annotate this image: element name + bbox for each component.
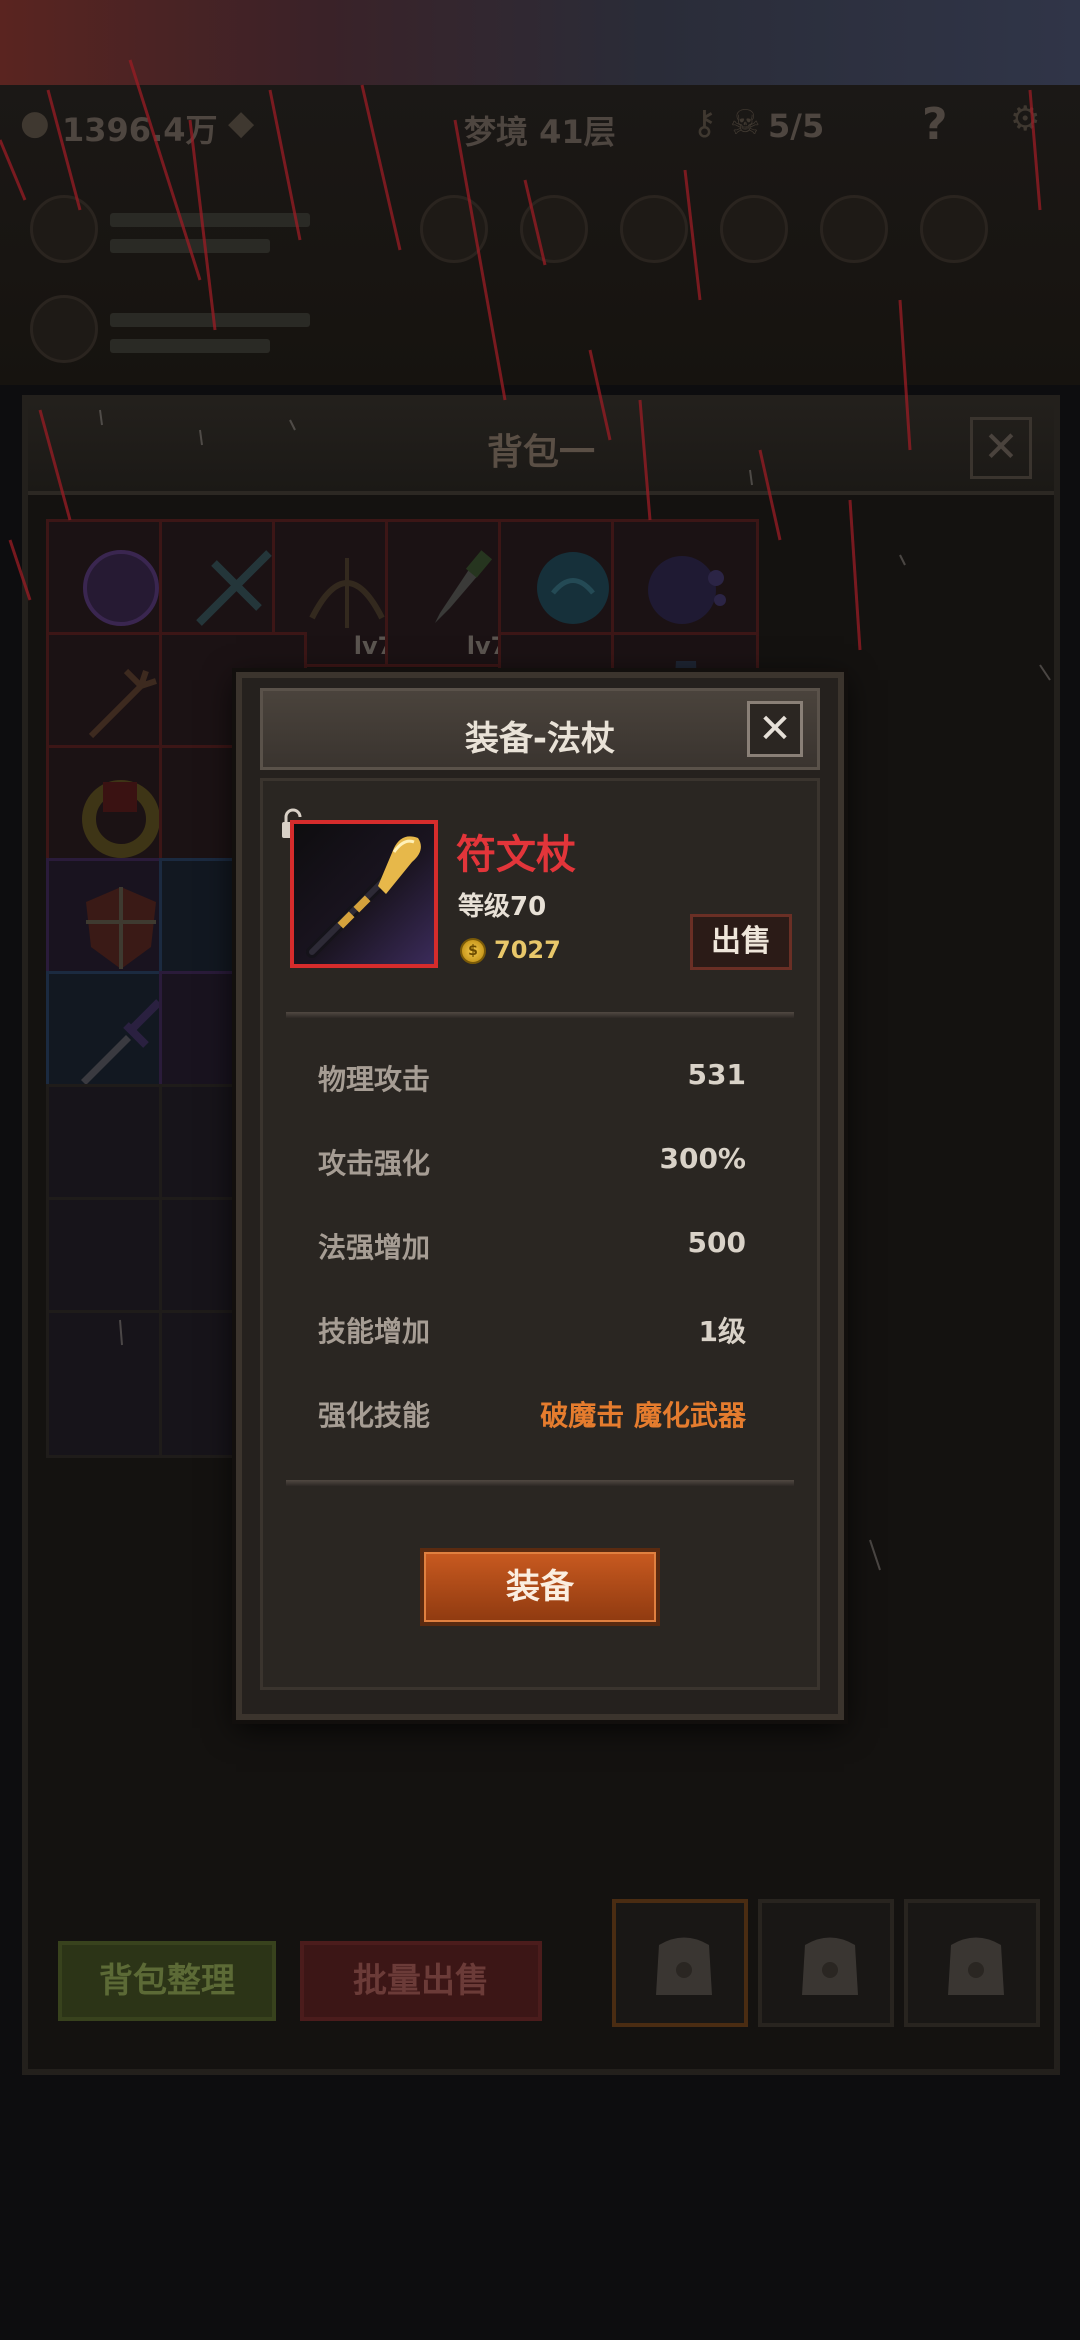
key-icon: ⚷ (692, 103, 717, 143)
dark-orb-icon (83, 550, 159, 626)
bag-tab-3[interactable] (904, 1899, 1040, 2027)
stat-label: 技能增加 (318, 1315, 431, 1348)
floor-label: 梦境 41层 (464, 113, 616, 151)
stat-value: 500 (687, 1226, 746, 1259)
settings-icon[interactable]: ⚙ (1010, 99, 1040, 139)
skill-slot[interactable] (920, 195, 988, 263)
dagger-icon (435, 550, 493, 623)
item-name: 符文杖 (456, 832, 576, 878)
top-banner (0, 0, 1080, 85)
gold-amount: 1396.4万 (62, 111, 218, 149)
mp-bar (110, 239, 270, 253)
backpack-icon (948, 1937, 1004, 1995)
stat-value: 1级 (698, 1315, 746, 1348)
skill-slot[interactable] (820, 195, 888, 263)
stat-value: 300% (659, 1142, 746, 1175)
bag-close-button[interactable]: ✕ (970, 417, 1032, 479)
dialog-header: 装备-法杖 ✕ (260, 688, 820, 770)
bag-title: 背包一 (486, 432, 595, 473)
rune-staff-icon (306, 836, 421, 958)
sword-icon (81, 999, 162, 1085)
gem-icon: ◆ (228, 103, 255, 143)
skill-slot[interactable] (720, 195, 788, 263)
skill-slot[interactable] (620, 195, 688, 263)
skill-slot[interactable] (520, 195, 588, 263)
bubble-orb-icon (648, 556, 726, 624)
coin-icon: ● (20, 103, 50, 143)
dialog-title: 装备-法杖 (464, 719, 616, 759)
bag-sort-button[interactable]: 背包整理 (58, 1941, 276, 2021)
stat-label: 法强增加 (318, 1231, 431, 1264)
item-icon-frame (290, 820, 438, 968)
skull-icon: ☠ (730, 103, 761, 143)
hero-portrait[interactable] (30, 295, 98, 363)
backpack-icon (656, 1937, 712, 1995)
stat-label: 强化技能 (318, 1399, 431, 1432)
stat-label: 攻击强化 (318, 1147, 431, 1180)
bag-header: 背包一 ✕ (28, 401, 1054, 495)
bow-icon (309, 558, 385, 628)
ring-icon (82, 780, 160, 858)
sell-button[interactable]: 出售 (690, 914, 792, 970)
keys-count: 5/5 (768, 107, 825, 145)
divider (286, 1480, 794, 1486)
item-price: 7027 (494, 936, 561, 964)
bag-tab-1[interactable] (612, 1899, 748, 2027)
backpack-icon (802, 1937, 858, 1995)
water-orb-icon (537, 552, 609, 624)
hud-bar: ● 1396.4万 ◆ 梦境 41层 ⚷ ☠ 5/5 ? ⚙ (0, 85, 1080, 385)
trident-icon (88, 668, 157, 739)
stat-value: 531 (687, 1058, 746, 1091)
level-label: 等级 (458, 892, 511, 922)
mp-bar (110, 339, 270, 353)
coin-icon: $ (460, 938, 486, 964)
hp-bar (110, 213, 310, 227)
enhanced-skills: 破魔击 魔化武器 (540, 1399, 746, 1432)
hero-portrait[interactable] (30, 195, 98, 263)
item-level: 等级70 (458, 886, 546, 923)
shield-icon (86, 887, 156, 969)
hp-bar (110, 313, 310, 327)
dialog-close-button[interactable]: ✕ (747, 701, 803, 757)
divider (286, 1012, 794, 1018)
skill-slot[interactable] (420, 195, 488, 263)
crossbow-icon (196, 550, 272, 626)
equip-button[interactable]: 装备 (420, 1548, 660, 1626)
help-button[interactable]: ? (922, 99, 948, 150)
level-value: 70 (510, 892, 547, 922)
stat-label: 物理攻击 (318, 1063, 431, 1096)
bag-tab-2[interactable] (758, 1899, 894, 2027)
bulk-sell-button[interactable]: 批量出售 (300, 1941, 542, 2021)
